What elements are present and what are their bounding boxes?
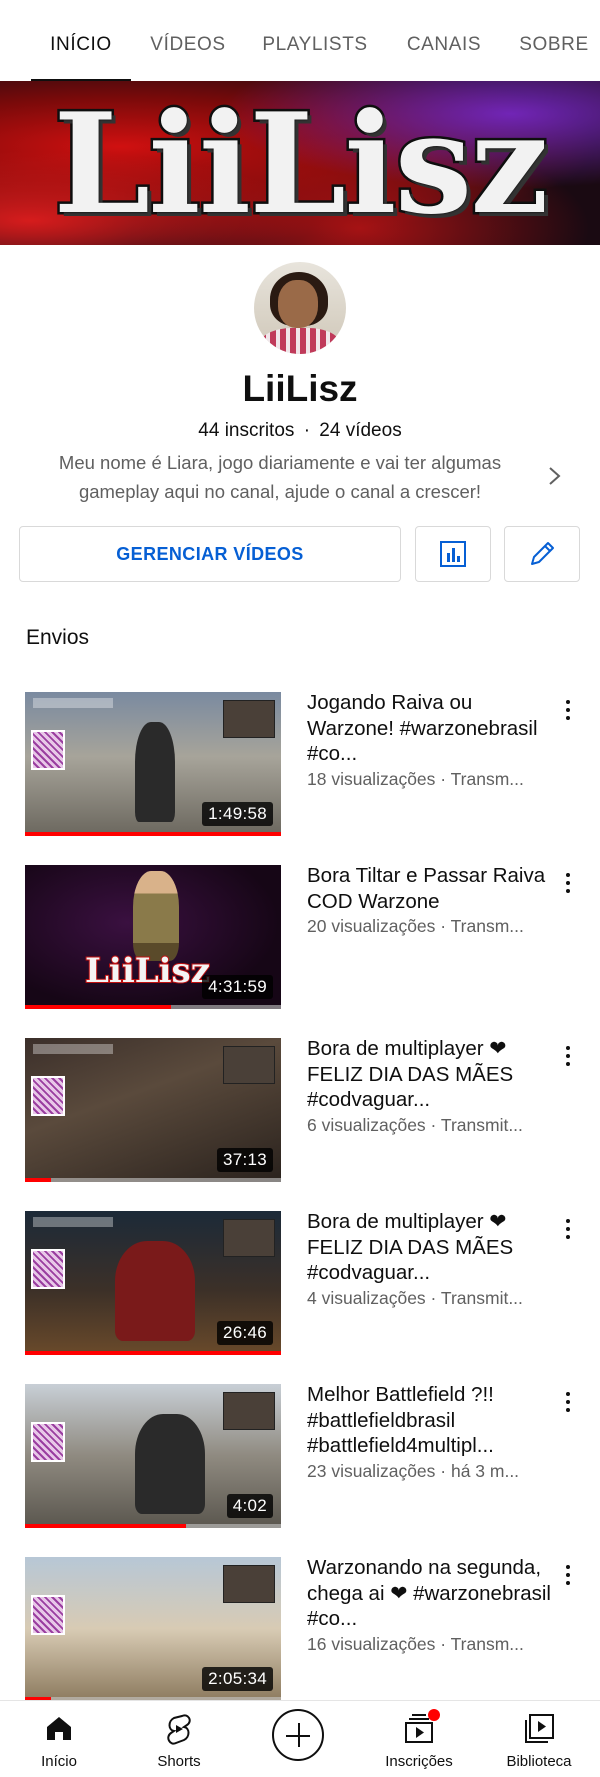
channel-avatar[interactable] xyxy=(254,262,346,354)
video-thumbnail[interactable]: 26:46 xyxy=(25,1211,281,1355)
video-duration: 4:31:59 xyxy=(202,975,273,999)
more-options-icon[interactable] xyxy=(558,696,578,724)
nav-library-label: Biblioteca xyxy=(506,1753,572,1770)
video-item[interactable]: 26:46 Bora de multiplayer ❤ FELIZ DIA DA… xyxy=(0,1209,600,1361)
video-title[interactable]: Bora de multiplayer ❤ FELIZ DIA DAS MÃES… xyxy=(307,1209,557,1286)
library-icon xyxy=(525,1714,554,1743)
more-options-icon[interactable] xyxy=(558,869,578,897)
nav-home[interactable]: Início xyxy=(4,1701,114,1777)
home-icon xyxy=(47,1717,71,1740)
nav-home-label: Início xyxy=(41,1753,77,1770)
watch-progress xyxy=(25,1351,281,1355)
nav-shorts-label: Shorts xyxy=(157,1753,201,1770)
nav-subscriptions-label: Inscrições xyxy=(385,1753,453,1770)
create-icon[interactable] xyxy=(272,1709,324,1761)
stats-separator: · xyxy=(303,420,311,441)
watch-progress xyxy=(25,1524,281,1528)
pencil-icon xyxy=(531,542,554,565)
tab-canais[interactable]: CANAIS xyxy=(398,0,490,81)
video-thumbnail[interactable]: LiiLisz 4:31:59 xyxy=(25,865,281,1009)
video-count: 24 vídeos xyxy=(319,420,402,441)
bottom-navigation: Início Shorts Inscrições Biblioteca xyxy=(0,1700,600,1777)
channel-description[interactable]: Meu nome é Liara, jogo diariamente e vai… xyxy=(30,448,530,506)
video-thumbnail[interactable]: 1:49:58 xyxy=(25,692,281,836)
channel-name: LiiLisz xyxy=(242,368,358,409)
video-item[interactable]: LiiLisz 4:31:59 Bora Tiltar e Passar Rai… xyxy=(0,863,600,1015)
video-duration: 2:05:34 xyxy=(202,1667,273,1691)
video-thumbnail[interactable]: 37:13 xyxy=(25,1038,281,1182)
tab-sobre[interactable]: SOBRE xyxy=(514,0,594,81)
subscriber-count: 44 inscritos xyxy=(198,420,295,441)
video-item[interactable]: 2:05:34 Warzonando na segunda, chega ai … xyxy=(0,1555,600,1707)
channel-stats: 44 inscritos · 24 vídeos xyxy=(0,420,600,442)
channel-banner: LiiLisz xyxy=(0,81,600,245)
video-meta: 16 visualizações · Transm... xyxy=(307,1633,524,1654)
more-options-icon[interactable] xyxy=(558,1215,578,1243)
video-title[interactable]: Bora de multiplayer ❤ FELIZ DIA DAS MÃES… xyxy=(307,1036,557,1113)
edit-channel-button[interactable] xyxy=(504,526,580,582)
video-meta: 4 visualizações · Transmit... xyxy=(307,1287,523,1308)
banner-logo-text: LiiLisz xyxy=(51,82,551,245)
video-meta: 23 visualizações · há 3 m... xyxy=(307,1460,520,1481)
video-title[interactable]: Bora Tiltar e Passar Raiva COD Warzone xyxy=(307,863,557,914)
video-thumbnail[interactable]: 4:02 xyxy=(25,1384,281,1528)
more-options-icon[interactable] xyxy=(558,1388,578,1416)
nav-shorts[interactable]: Shorts xyxy=(124,1701,234,1777)
nav-subscriptions[interactable]: Inscrições xyxy=(364,1701,474,1777)
bar-chart-icon xyxy=(440,541,466,567)
tab-playlists[interactable]: PLAYLISTS xyxy=(256,0,374,81)
nav-library[interactable]: Biblioteca xyxy=(484,1701,594,1777)
video-meta: 6 visualizações · Transmit... xyxy=(307,1114,523,1135)
video-duration: 1:49:58 xyxy=(202,802,273,826)
video-thumbnail[interactable]: 2:05:34 xyxy=(25,1557,281,1701)
chevron-right-icon[interactable] xyxy=(548,466,562,486)
video-title[interactable]: Jogando Raiva ou Warzone! #warzonebrasil… xyxy=(307,690,557,767)
video-item[interactable]: 4:02 Melhor Battlefield ?!! #battlefield… xyxy=(0,1382,600,1534)
more-options-icon[interactable] xyxy=(558,1042,578,1070)
analytics-button[interactable] xyxy=(415,526,491,582)
video-title[interactable]: Melhor Battlefield ?!! #battlefieldbrasi… xyxy=(307,1382,557,1459)
video-item[interactable]: 1:49:58 Jogando Raiva ou Warzone! #warzo… xyxy=(0,690,600,842)
shorts-icon xyxy=(167,1714,191,1745)
watch-progress xyxy=(25,1178,281,1182)
video-item[interactable]: 37:13 Bora de multiplayer ❤ FELIZ DIA DA… xyxy=(0,1036,600,1188)
tab-inicio[interactable]: INÍCIO xyxy=(31,0,131,82)
video-title[interactable]: Warzonando na segunda, chega ai ❤ #warzo… xyxy=(307,1555,557,1632)
video-meta: 20 visualizações · Transm... xyxy=(307,916,524,936)
more-options-icon[interactable] xyxy=(558,1561,578,1589)
video-meta: 18 visualizações · Transm... xyxy=(307,768,524,789)
tab-videos[interactable]: VÍDEOS xyxy=(142,0,234,81)
manage-videos-button[interactable]: GERENCIAR VÍDEOS xyxy=(19,526,401,582)
watch-progress xyxy=(25,1005,281,1009)
video-duration: 37:13 xyxy=(216,1148,273,1172)
uploads-section-title: Envios xyxy=(26,626,90,649)
notification-dot xyxy=(428,1709,440,1721)
watch-progress xyxy=(25,832,281,836)
video-duration: 4:02 xyxy=(226,1494,273,1518)
channel-tabs: INÍCIO VÍDEOS PLAYLISTS CANAIS SOBRE xyxy=(0,0,600,82)
video-duration: 26:46 xyxy=(216,1321,273,1345)
